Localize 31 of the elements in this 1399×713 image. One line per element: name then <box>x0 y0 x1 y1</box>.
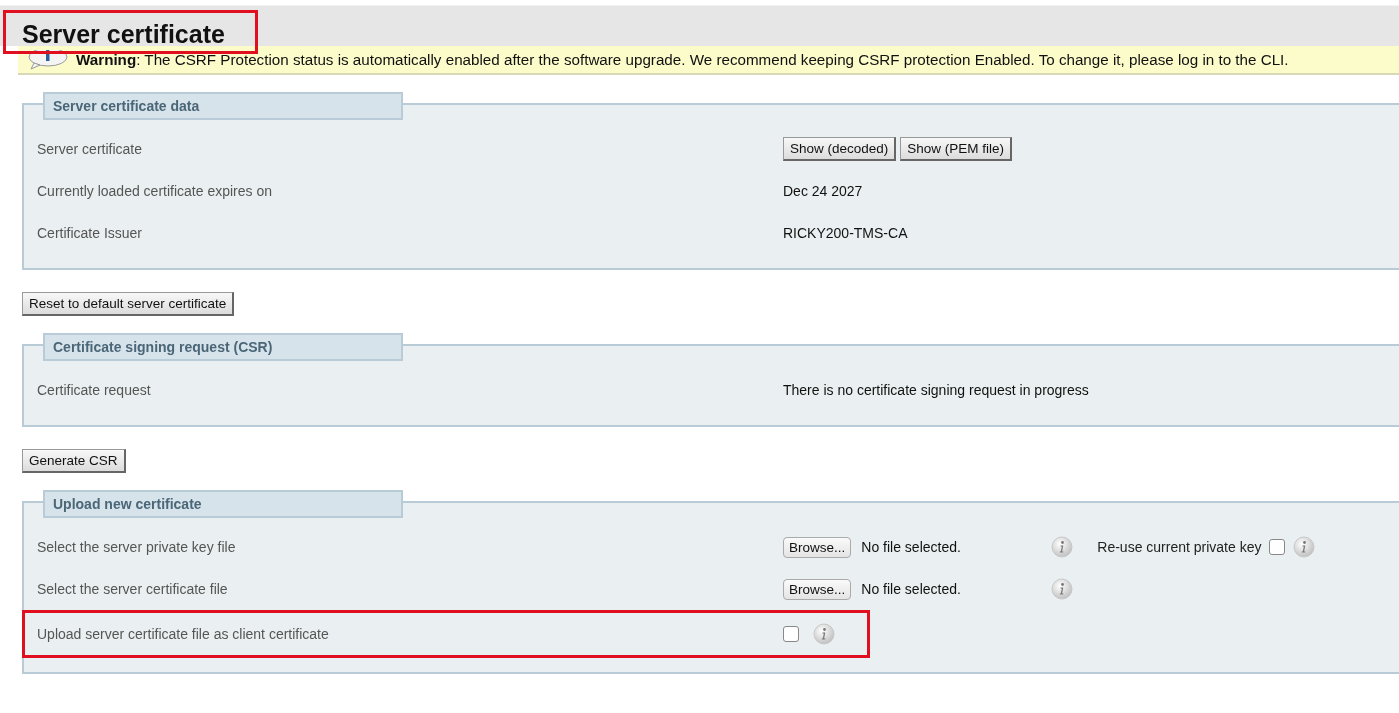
field-label: Select the server certificate file <box>37 581 229 597</box>
show-button[interactable]: Show (decoded) <box>783 137 897 161</box>
field-value: There is no certificate signing request in progress <box>783 382 1089 398</box>
field-label: Currently loaded certificate expires on <box>37 183 273 199</box>
action-button[interactable]: Reset to default server certificate <box>22 292 235 316</box>
field-label: Select the server private key file <box>37 539 237 555</box>
info-icon[interactable] <box>1293 536 1316 558</box>
field-label: Server certificate <box>37 141 144 157</box>
file-status: No file selected. <box>861 539 962 555</box>
info-icon[interactable] <box>813 623 835 645</box>
section-legend: Certificate signing request (CSR) <box>43 333 403 361</box>
info-bubble-icon <box>26 49 70 70</box>
browse-button[interactable]: Browse... <box>783 536 852 558</box>
field-value: Dec 24 2027 <box>783 183 863 199</box>
checkbox[interactable] <box>1269 539 1286 555</box>
field-label: Certificate request <box>37 382 152 398</box>
info-icon[interactable] <box>1051 578 1074 600</box>
field-label: Upload server certificate file as client certificate <box>37 626 330 642</box>
section-legend: Upload new certificate <box>43 490 403 518</box>
browse-button[interactable]: Browse... <box>783 578 852 600</box>
page-title: Server certificate <box>22 21 225 47</box>
file-status: No file selected. <box>861 581 962 597</box>
show-button[interactable]: Show (PEM file) <box>900 137 1013 161</box>
field-label: Certificate Issuer <box>37 225 144 241</box>
checkbox-label: Re-use current private key <box>1097 539 1262 555</box>
checkbox[interactable] <box>783 626 799 642</box>
field-value: RICKY200-TMS-CA <box>783 225 908 241</box>
warning-message: Warning: The CSRF Protection status is automatically enabled after the software upgrade. We recommend keeping CSRF protection Enabled. To change it, please log in to the CLI. <box>76 51 1289 68</box>
info-icon[interactable] <box>1051 536 1074 558</box>
section-legend: Server certificate data <box>43 92 403 120</box>
action-button[interactable]: Generate CSR <box>22 449 126 473</box>
